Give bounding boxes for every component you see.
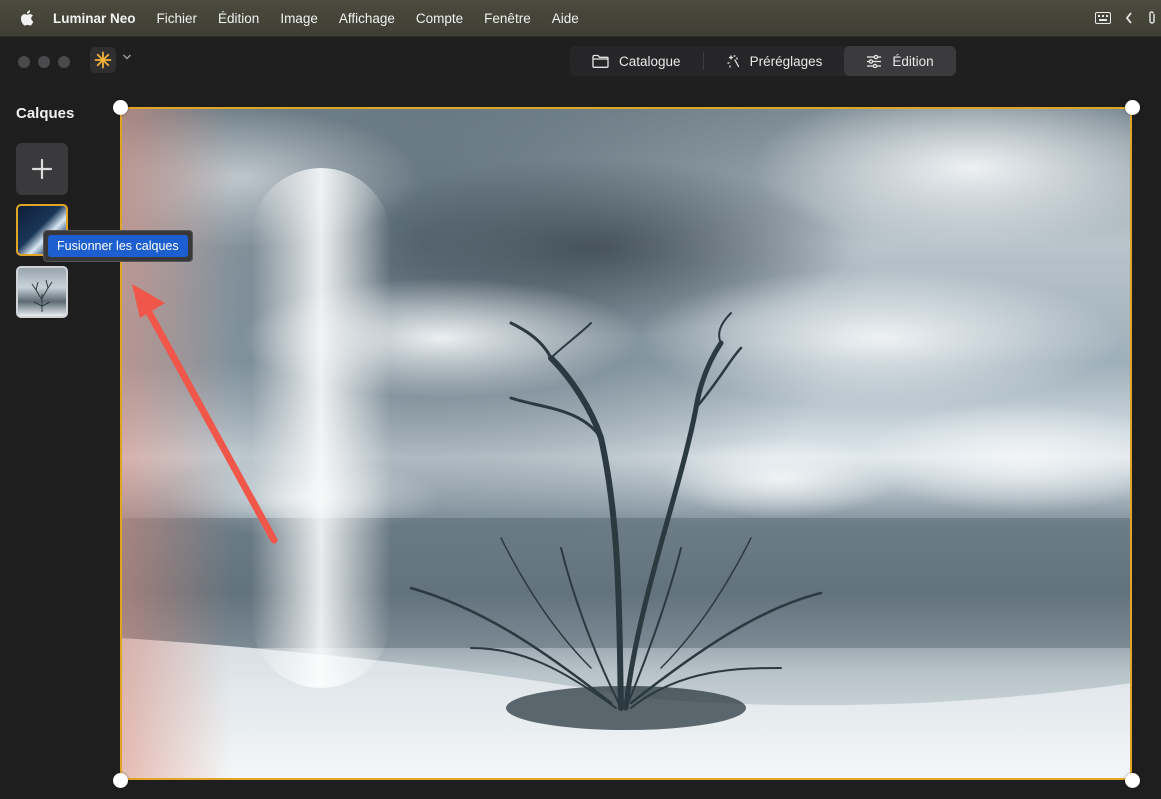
annotation-arrow-icon (132, 284, 278, 544)
